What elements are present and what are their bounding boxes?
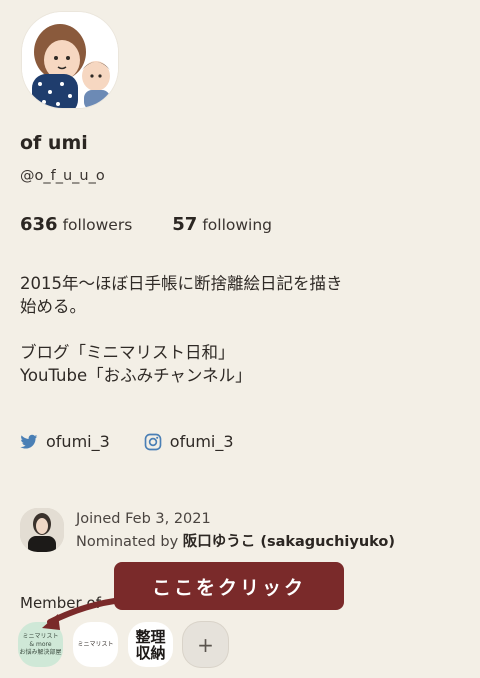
nominator-avatar[interactable] <box>20 508 64 552</box>
following-label: following <box>202 216 273 234</box>
bio-line-1: 2015年〜ほぼ日手帳に断捨離絵日記を描き 始める。 <box>20 274 343 316</box>
stats: 636 followers 57 following <box>20 214 272 235</box>
following-stat[interactable]: 57 following <box>172 214 272 235</box>
social-links: ofumi_3 ofumi_3 <box>20 432 234 451</box>
instagram-icon <box>144 433 162 450</box>
handle: @o_f_u_u_o <box>20 168 105 184</box>
followers-stat[interactable]: 636 followers <box>20 214 132 235</box>
instagram-handle: ofumi_3 <box>169 432 234 451</box>
twitter-icon <box>20 434 38 449</box>
twitter-link[interactable]: ofumi_3 <box>20 432 110 451</box>
group-seiri-shuno[interactable]: 整理 収納 <box>128 622 173 667</box>
joined-date: Joined Feb 3, 2021 <box>76 511 211 527</box>
joined-block: Joined Feb 3, 2021 Nominated by 阪口ゆうこ (s… <box>20 508 395 554</box>
display-name: of umi <box>20 132 88 154</box>
profile-avatar-illustration <box>22 12 118 108</box>
click-here-callout: ここをクリック <box>114 562 344 610</box>
following-count: 57 <box>172 214 198 235</box>
group-label: 整理 収納 <box>135 627 166 662</box>
followers-label: followers <box>62 216 133 234</box>
group-label: ミニマリスト & more お悩み解決部屋 <box>19 632 62 656</box>
instagram-link[interactable]: ofumi_3 <box>144 432 234 451</box>
nominated-prefix: Nominated by <box>76 534 179 550</box>
group-label: ミニマリスト <box>77 640 114 648</box>
nominated-by: Nominated by 阪口ゆうこ (sakaguchiyuko) <box>76 531 395 554</box>
followers-count: 636 <box>20 214 58 235</box>
profile-avatar[interactable] <box>22 12 118 108</box>
bio-line-2: ブログ「ミニマリスト日和」 YouTube「おふみチャンネル」 <box>20 343 252 385</box>
callout-arrow-icon <box>42 598 125 630</box>
joined-text: Joined Feb 3, 2021 Nominated by 阪口ゆうこ (s… <box>76 508 395 554</box>
add-icon: + <box>197 632 214 657</box>
nominator-avatar-image <box>20 508 64 552</box>
nominator-link[interactable]: 阪口ゆうこ (sakaguchiyuko) <box>183 534 395 550</box>
add-group-button[interactable]: + <box>183 622 228 667</box>
twitter-handle: ofumi_3 <box>46 432 110 451</box>
bio: 2015年〜ほぼ日手帳に断捨離絵日記を描き 始める。 ブログ「ミニマリスト日和」… <box>20 272 440 387</box>
